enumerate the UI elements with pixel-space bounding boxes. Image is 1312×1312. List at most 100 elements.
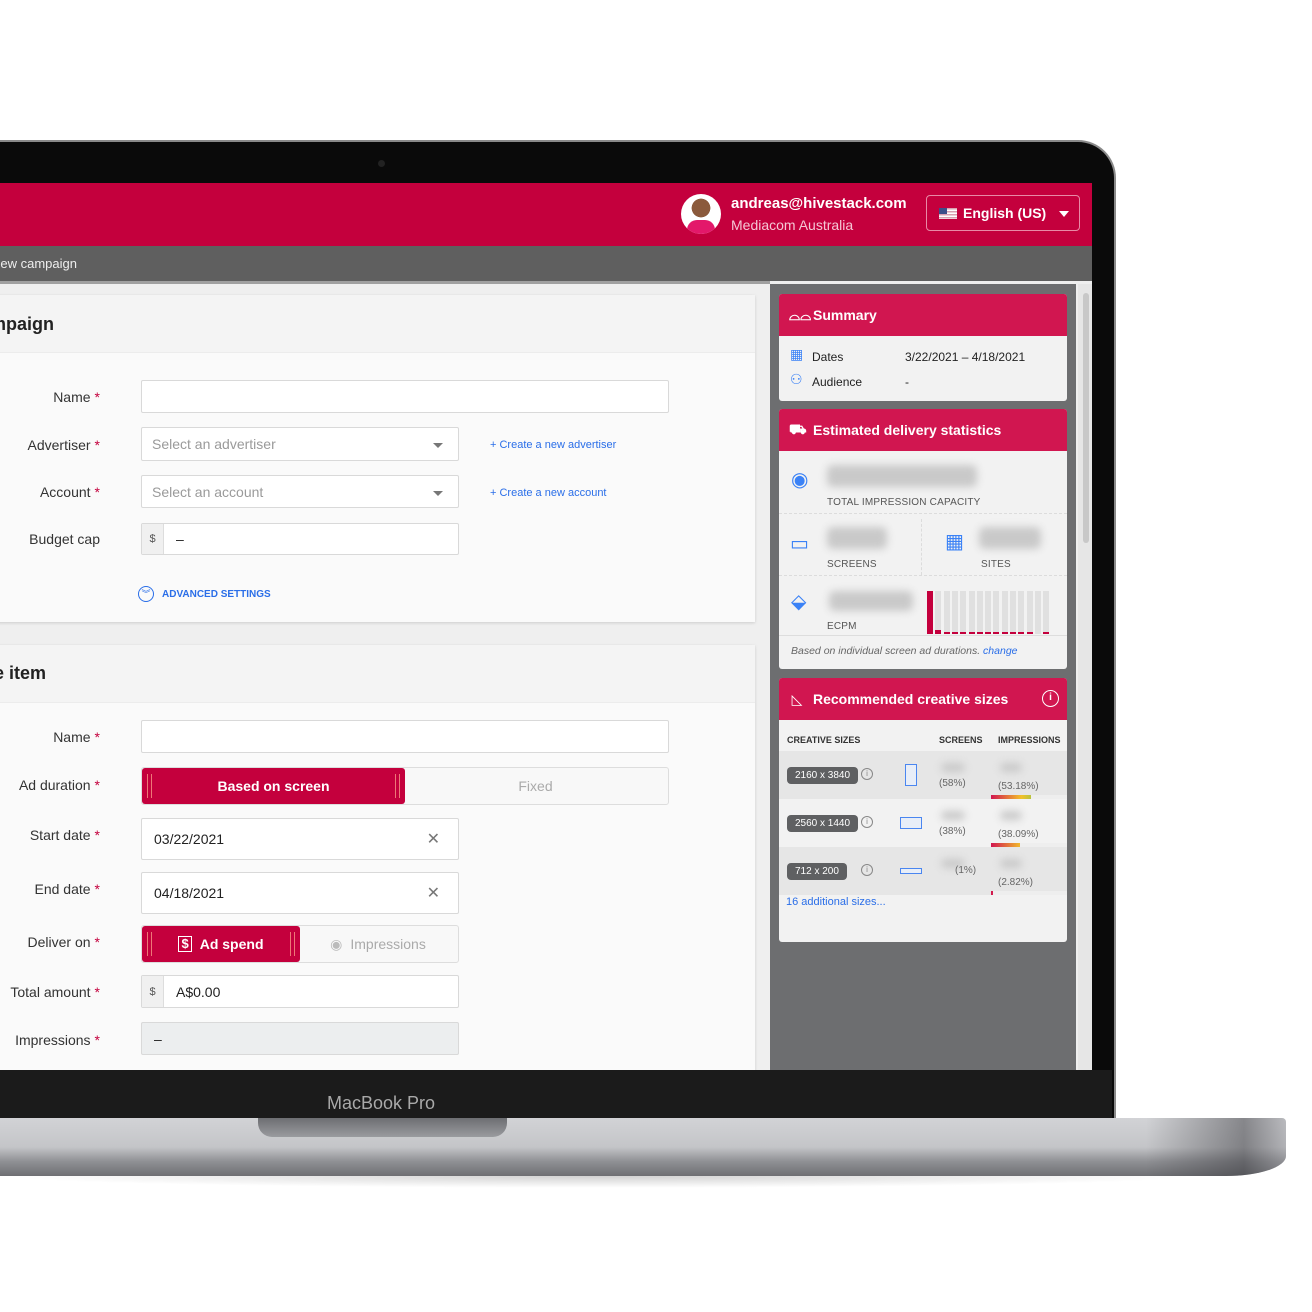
size-chip[interactable]: 2560 x 1440 bbox=[787, 815, 859, 832]
screens-label: SCREENS bbox=[827, 559, 877, 570]
total-capacity-value-blurred bbox=[827, 465, 977, 487]
top-header: andreas@hivestack.com Mediacom Australia… bbox=[0, 183, 1092, 246]
set-square-icon: ◺ bbox=[791, 690, 803, 707]
advanced-settings-link[interactable]: ADVANCED SETTINGS bbox=[162, 589, 271, 600]
start-date-input[interactable]: 03/22/2021 ✕ bbox=[141, 818, 459, 860]
size-chip[interactable]: 2160 x 3840 bbox=[787, 767, 859, 784]
creative-sizes-header: ◺ Recommended creative sizes i bbox=[779, 678, 1067, 720]
creative-size-row: 2560 x 1440 i (38%) (38.09%) bbox=[779, 799, 1067, 847]
histogram-bar bbox=[960, 632, 967, 634]
size-chip[interactable]: 712 x 200 bbox=[787, 863, 847, 880]
histogram-track bbox=[968, 591, 975, 634]
deliver-on-label: Deliver on * bbox=[27, 934, 100, 950]
chevron-double-down-icon[interactable]: ︾ bbox=[138, 586, 154, 602]
calendar-icon: ▦ bbox=[790, 346, 804, 362]
budget-cap-label: Budget cap bbox=[29, 531, 100, 547]
additional-sizes-link[interactable]: 16 additional sizes... bbox=[786, 896, 886, 908]
laptop-shadow bbox=[0, 1176, 1200, 1188]
end-date-input[interactable]: 04/18/2021 ✕ bbox=[141, 872, 459, 914]
chevron-down-icon bbox=[1059, 211, 1069, 222]
screen: andreas@hivestack.com Mediacom Australia… bbox=[0, 183, 1092, 1070]
divider bbox=[779, 513, 1067, 514]
impressions-bar-track bbox=[991, 891, 1067, 895]
histogram-bar bbox=[1043, 632, 1050, 634]
histogram-track bbox=[943, 591, 950, 634]
info-icon[interactable]: i bbox=[1042, 690, 1059, 707]
line-name-label: Name * bbox=[53, 729, 100, 745]
screens-pct: (38%) bbox=[939, 826, 966, 837]
impressions-pct: (53.18%) bbox=[998, 781, 1039, 792]
user-email: andreas@hivestack.com bbox=[731, 195, 907, 212]
glasses-icon: ⌓⌓ bbox=[789, 306, 812, 323]
ad-duration-based-on-screen[interactable]: Based on screen bbox=[142, 768, 405, 804]
impressions-label: Impressions * bbox=[15, 1032, 100, 1048]
line-item-card-header bbox=[0, 645, 755, 703]
sites-label: SITES bbox=[981, 559, 1011, 570]
histogram-bar bbox=[1026, 632, 1033, 634]
aspect-ratio-icon bbox=[900, 868, 922, 874]
audience-label: Audience bbox=[812, 375, 863, 389]
info-icon[interactable]: i bbox=[861, 768, 873, 780]
dates-label: Dates bbox=[812, 350, 844, 364]
total-amount-input[interactable]: $ A$0.00 bbox=[141, 975, 459, 1008]
eye-icon: ◉ bbox=[791, 469, 809, 491]
user-organization: Mediacom Australia bbox=[731, 217, 854, 233]
histogram-bar bbox=[943, 632, 950, 634]
language-select[interactable]: English (US) bbox=[926, 195, 1080, 231]
eye-icon: ◉ bbox=[330, 935, 343, 952]
summary-card: ⌓⌓ Summary ▦ Dates 3/22/2021 – 4/18/2021 … bbox=[779, 294, 1067, 401]
histogram-bar bbox=[951, 632, 958, 634]
divider bbox=[921, 519, 922, 575]
clear-icon[interactable]: ✕ bbox=[427, 829, 440, 849]
line-item-name-input[interactable] bbox=[141, 720, 669, 753]
avatar[interactable] bbox=[681, 194, 721, 234]
delivery-stats-header: ⛟ Estimated delivery statistics bbox=[779, 409, 1067, 451]
clear-icon[interactable]: ✕ bbox=[427, 883, 440, 903]
info-icon[interactable]: i bbox=[861, 864, 873, 876]
histogram-track bbox=[1026, 591, 1033, 634]
histogram-bar bbox=[935, 629, 942, 634]
impressions-input: – bbox=[141, 1022, 459, 1055]
budget-cap-input[interactable]: $ – bbox=[141, 523, 459, 555]
start-date-label: Start date * bbox=[29, 827, 100, 843]
delivery-footnote: Based on individual screen ad durations.… bbox=[779, 635, 1067, 669]
screens-count-blurred bbox=[941, 811, 965, 820]
create-account-link[interactable]: + Create a new account bbox=[490, 487, 607, 499]
change-link[interactable]: change bbox=[983, 645, 1017, 657]
info-icon[interactable]: i bbox=[861, 816, 873, 828]
account-select[interactable]: Select an account bbox=[141, 475, 459, 508]
deliver-on-ad-spend[interactable]: $ Ad spend bbox=[142, 926, 300, 962]
histogram-bar bbox=[927, 591, 933, 634]
histogram-track bbox=[1001, 591, 1008, 634]
end-date-label: End date * bbox=[34, 881, 100, 897]
ad-duration-toggle[interactable]: Based on screen Fixed bbox=[141, 767, 669, 805]
breadcrumb-current[interactable]: New campaign bbox=[0, 256, 77, 271]
histogram-track bbox=[1043, 591, 1050, 634]
histogram-track bbox=[985, 591, 992, 634]
audience-icon: ⚇ bbox=[790, 371, 803, 387]
histogram-track bbox=[1034, 591, 1041, 634]
summary-header: ⌓⌓ Summary bbox=[779, 294, 1067, 336]
histogram-track bbox=[1010, 591, 1016, 634]
sites-value-blurred bbox=[979, 527, 1041, 549]
impressions-count-blurred bbox=[1000, 859, 1022, 868]
ad-duration-fixed[interactable]: Fixed bbox=[403, 768, 668, 804]
scrollbar-thumb[interactable] bbox=[1083, 293, 1089, 543]
col-impressions: IMPRESSIONS bbox=[998, 735, 1061, 745]
deliver-on-impressions[interactable]: ◉ Impressions bbox=[298, 926, 458, 962]
receipt-icon: $ bbox=[178, 936, 192, 952]
advertiser-select[interactable]: Select an advertiser bbox=[141, 427, 459, 461]
create-advertiser-link[interactable]: + Create a new advertiser bbox=[490, 439, 616, 451]
account-label: Account * bbox=[39, 484, 100, 500]
campaign-title: Campaign bbox=[0, 314, 54, 334]
building-icon: ▦ bbox=[945, 531, 964, 553]
col-creative-sizes: CREATIVE SIZES bbox=[787, 735, 861, 745]
screens-pct: (1%) bbox=[955, 865, 977, 876]
impressions-count-blurred bbox=[1000, 811, 1022, 820]
impressions-pct: (2.82%) bbox=[998, 877, 1034, 888]
histogram-bar bbox=[1018, 632, 1025, 634]
divider bbox=[0, 281, 770, 284]
campaign-name-input[interactable] bbox=[141, 380, 669, 413]
deliver-on-toggle[interactable]: $ Ad spend ◉ Impressions bbox=[141, 925, 459, 963]
aspect-ratio-icon bbox=[905, 764, 917, 786]
